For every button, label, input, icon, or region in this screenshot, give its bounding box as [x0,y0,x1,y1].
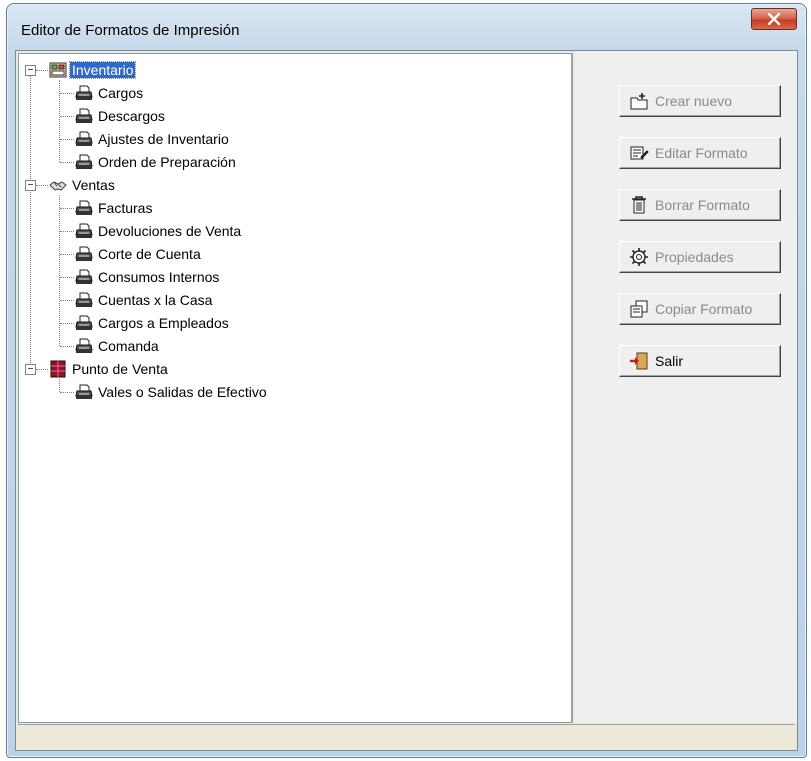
tree-item-label: Consumos Internos [98,269,220,285]
button-panel: Crear nuevo Editar Formato Borrar Formato P… [575,51,797,723]
printer-icon [75,383,93,401]
printer-icon [75,84,93,102]
point-of-sale-icon [49,360,67,378]
tree-item-label: Facturas [98,200,153,216]
button-label: Propiedades [655,249,734,265]
button-label: Salir [655,353,684,369]
tree-item-label: Corte de Cuenta [98,246,201,262]
tree-item-label: Comanda [98,338,159,354]
tree-item[interactable]: Consumos Internos [75,267,221,287]
edit-icon [629,143,649,163]
borrar-formato-button[interactable]: Borrar Formato [619,189,781,221]
button-label: Copiar Formato [655,301,753,317]
printer-icon [75,222,93,240]
tree-item[interactable]: Cargos [75,83,145,103]
button-label: Editar Formato [655,145,748,161]
tree-item[interactable]: Orden de Preparación [75,152,238,172]
inventory-icon [49,61,67,79]
format-tree[interactable]: − Inventario Cargos Descargos Ajustes de Inv… [18,53,573,723]
copiar-formato-button[interactable]: Copiar Formato [619,293,781,325]
status-bar [18,724,795,748]
tree-connector [60,93,74,94]
tree-item[interactable]: Cargos a Empleados [75,313,231,333]
printer-icon [75,130,93,148]
tree-group-label: Ventas [72,177,115,193]
collapse-toggle[interactable]: − [25,65,36,76]
new-folder-icon [629,91,649,111]
copy-icon [629,299,649,319]
tree-connector [60,208,74,209]
tree-item[interactable]: Comanda [75,336,161,356]
tree-item[interactable]: Vales o Salidas de Efectivo [75,382,269,402]
tree-connector [36,369,48,370]
tree-item[interactable]: Ajustes de Inventario [75,129,231,149]
tree-connector [60,139,74,140]
crear-nuevo-button[interactable]: Crear nuevo [619,85,781,117]
printer-icon [75,268,93,286]
salir-button[interactable]: Salir [619,345,781,377]
printer-icon [75,245,93,263]
tree-root-connector [30,70,31,369]
tree-connector [60,116,74,117]
tree-connector [60,231,74,232]
exit-door-icon [629,351,649,371]
tree-group-inventario[interactable]: Inventario [49,60,137,80]
printer-icon [75,291,93,309]
window-title: Editor de Formatos de Impresión [21,22,240,39]
tree-connector [60,277,74,278]
tree-connector [60,392,74,393]
tree-connector [60,254,74,255]
trash-icon [629,195,649,215]
propiedades-button[interactable]: Propiedades [619,241,781,273]
tree-item-label: Vales o Salidas de Efectivo [98,384,267,400]
tree-item[interactable]: Facturas [75,198,154,218]
button-label: Crear nuevo [655,93,733,109]
window: Editor de Formatos de Impresión − Inventa… [6,3,807,758]
tree-group-label: Inventario [68,61,137,79]
tree-item-label: Devoluciones de Venta [98,223,242,239]
editar-formato-button[interactable]: Editar Formato [619,137,781,169]
collapse-toggle[interactable]: − [25,180,36,191]
tree-branch-connector [59,379,60,392]
tree-connector [60,300,74,301]
tree-connector [60,323,74,324]
close-button[interactable] [751,8,797,30]
tree-group-label: Punto de Venta [72,361,168,377]
tree-item-label: Cargos [98,85,144,101]
tree-item-label: Descargos [98,108,165,124]
printer-icon [75,107,93,125]
tree-item[interactable]: Devoluciones de Venta [75,221,243,241]
tree-item-label: Cargos a Empleados [98,315,229,331]
tree-item[interactable]: Corte de Cuenta [75,244,203,264]
title-bar[interactable]: Editor de Formatos de Impresión [7,4,806,39]
button-label: Borrar Formato [655,197,750,213]
tree-group-ventas[interactable]: Ventas [49,175,117,195]
tree-group-punto-de-venta[interactable]: Punto de Venta [49,359,170,379]
tree-item-label: Orden de Preparación [98,154,236,170]
tree-connector [60,346,74,347]
tree-connector [36,70,48,71]
printer-icon [75,314,93,332]
tree-connector [60,162,74,163]
tree-item-label: Cuentas x la Casa [98,292,213,308]
client-area: − Inventario Cargos Descargos Ajustes de Inv… [15,50,798,751]
printer-icon [75,199,93,217]
tree-item[interactable]: Descargos [75,106,167,126]
tree-item-label: Ajustes de Inventario [98,131,229,147]
close-icon [767,13,781,25]
printer-icon [75,337,93,355]
collapse-toggle[interactable]: − [25,364,36,375]
tree-item[interactable]: Cuentas x la Casa [75,290,214,310]
tree-connector [36,185,48,186]
handshake-icon [49,176,67,194]
properties-gear-icon [629,247,649,267]
printer-icon [75,153,93,171]
